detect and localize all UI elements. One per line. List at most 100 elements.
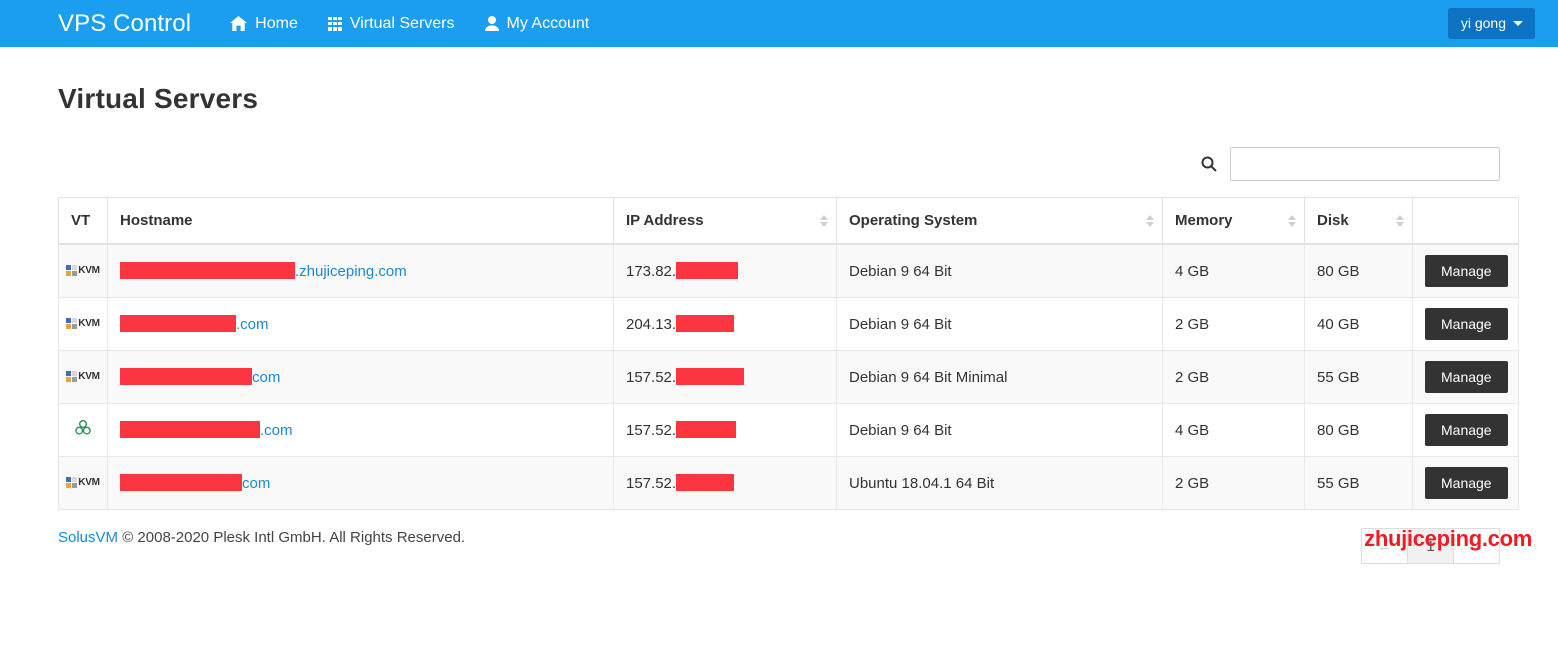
cell-hostname: .com <box>107 403 614 457</box>
cell-hostname: .zhujiceping.com <box>107 243 614 298</box>
cell-ip-address: 157.52. <box>613 456 837 510</box>
redaction-bar <box>676 262 739 279</box>
redaction-bar <box>120 315 236 332</box>
cell-vt: KVM <box>58 297 108 351</box>
ip-prefix: 157.52. <box>626 475 677 492</box>
user-icon <box>484 16 499 31</box>
column-header-operating-system-label: Operating System <box>849 212 978 229</box>
table-body: KVM .zhujiceping.com 173.82. Debian 9 64 Bi… <box>58 243 1519 510</box>
hostname-link[interactable]: .com <box>260 422 293 439</box>
sort-toggle-ip-address[interactable] <box>820 214 828 227</box>
column-header-memory[interactable]: Memory <box>1162 197 1305 245</box>
user-menu-label: yi gong <box>1460 15 1506 31</box>
kvm-icon: KVM <box>66 317 100 329</box>
cell-disk: 80 GB <box>1304 243 1413 298</box>
redaction-bar <box>120 368 252 385</box>
hostname-link[interactable]: com <box>242 475 270 492</box>
cell-operating-system: Debian 9 64 Bit <box>836 243 1163 298</box>
nav-item-my-account[interactable]: My Account <box>470 0 605 47</box>
search-icon <box>1198 153 1220 175</box>
table-row: KVM .com 204.13. Debian 9 64 Bit 2 GB 40 GB Ma… <box>58 297 1519 351</box>
cell-actions: Manage <box>1412 297 1519 351</box>
cell-vt: KVM <box>58 456 108 510</box>
ip-prefix: 204.13. <box>626 316 677 333</box>
openvz-icon <box>73 420 93 442</box>
column-header-disk[interactable]: Disk <box>1304 197 1413 245</box>
cell-vt-label: KVM <box>78 370 100 382</box>
table-header: VT Hostname IP Address Operating System … <box>58 197 1519 245</box>
table-row: KVM com 157.52. Debian 9 64 Bit Minimal 2 GB… <box>58 350 1519 404</box>
column-header-ip-address[interactable]: IP Address <box>613 197 837 245</box>
servers-table: VT Hostname IP Address Operating System … <box>58 197 1519 510</box>
manage-button[interactable]: Manage <box>1425 414 1508 446</box>
page-title: Virtual Servers <box>58 83 259 114</box>
user-menu-button[interactable]: yi gong <box>1447 8 1535 39</box>
column-header-actions <box>1412 197 1519 245</box>
nav-item-virtual-servers[interactable]: Virtual Servers <box>313 0 470 47</box>
cell-disk: 40 GB <box>1304 297 1413 351</box>
watermark: zhujiceping.com <box>1364 526 1532 551</box>
cell-vt-label: KVM <box>78 476 100 488</box>
column-header-vt-label: VT <box>71 212 91 229</box>
column-header-operating-system[interactable]: Operating System <box>836 197 1163 245</box>
cell-disk: 55 GB <box>1304 350 1413 404</box>
cell-disk: 55 GB <box>1304 456 1413 510</box>
cell-actions: Manage <box>1412 403 1519 457</box>
cell-operating-system: Debian 9 64 Bit <box>836 297 1163 351</box>
cell-hostname: .com <box>107 297 614 351</box>
cell-vt <box>58 403 108 457</box>
cell-disk: 80 GB <box>1304 403 1413 457</box>
cell-actions: Manage <box>1412 243 1519 298</box>
manage-button[interactable]: Manage <box>1425 308 1508 340</box>
redaction-bar <box>676 474 735 491</box>
column-header-vt[interactable]: VT <box>58 197 108 245</box>
nav-item-virtual-servers-label: Virtual Servers <box>349 14 455 32</box>
cell-operating-system: Ubuntu 18.04.1 64 Bit <box>836 456 1163 510</box>
cell-actions: Manage <box>1412 456 1519 510</box>
footer-solusvm-link[interactable]: SolusVM <box>58 529 118 546</box>
redaction-bar <box>676 315 735 332</box>
column-header-disk-label: Disk <box>1317 212 1349 229</box>
redaction-bar <box>676 421 737 438</box>
footer-copyright-text: © 2008-2020 Plesk Intl GmbH. All Rights … <box>118 529 466 546</box>
cell-memory: 4 GB <box>1162 403 1305 457</box>
sort-toggle-operating-system[interactable] <box>1146 214 1154 227</box>
nav-item-home[interactable]: Home <box>215 0 313 47</box>
cell-operating-system: Debian 9 64 Bit <box>836 403 1163 457</box>
grid-icon <box>327 16 342 31</box>
cell-memory: 4 GB <box>1162 243 1305 298</box>
cell-vt-label: KVM <box>78 317 100 329</box>
nav-item-home-label: Home <box>255 14 298 32</box>
redaction-bar <box>120 262 295 279</box>
manage-button[interactable]: Manage <box>1425 467 1508 499</box>
cell-vt-label: KVM <box>78 264 100 276</box>
ip-prefix: 157.52. <box>626 369 677 386</box>
table-row: .com 157.52. Debian 9 64 Bit 4 GB 80 GB Manag… <box>58 403 1519 457</box>
redaction-bar <box>676 368 745 385</box>
home-icon <box>230 16 248 31</box>
manage-button[interactable]: Manage <box>1425 361 1508 393</box>
table-header-row: VT Hostname IP Address Operating System … <box>58 197 1519 245</box>
hostname-link[interactable]: .zhujiceping.com <box>295 263 407 280</box>
cell-operating-system: Debian 9 64 Bit Minimal <box>836 350 1163 404</box>
kvm-icon: KVM <box>66 476 100 488</box>
ip-prefix: 157.52. <box>626 422 677 439</box>
column-header-hostname-label: Hostname <box>120 212 193 229</box>
hostname-link[interactable]: .com <box>236 316 269 333</box>
hostname-link[interactable]: com <box>252 369 280 386</box>
ip-prefix: 173.82. <box>626 263 677 280</box>
sort-toggle-disk[interactable] <box>1396 214 1404 227</box>
cell-ip-address: 157.52. <box>613 403 837 457</box>
cell-ip-address: 204.13. <box>613 297 837 351</box>
nav-items: Home Virtual Servers My Account <box>215 0 604 47</box>
kvm-icon: KVM <box>66 264 100 276</box>
column-header-memory-label: Memory <box>1175 212 1233 229</box>
manage-button[interactable]: Manage <box>1425 255 1508 287</box>
column-header-hostname[interactable]: Hostname <box>107 197 614 245</box>
page-body: Virtual Servers VT Hostname IP Address O… <box>0 83 1558 564</box>
table-row: KVM com 157.52. Ubuntu 18.04.1 64 Bit 2 GB 55… <box>58 456 1519 510</box>
sort-toggle-memory[interactable] <box>1288 214 1296 227</box>
cell-memory: 2 GB <box>1162 297 1305 351</box>
search-input[interactable] <box>1230 147 1500 181</box>
cell-memory: 2 GB <box>1162 350 1305 404</box>
